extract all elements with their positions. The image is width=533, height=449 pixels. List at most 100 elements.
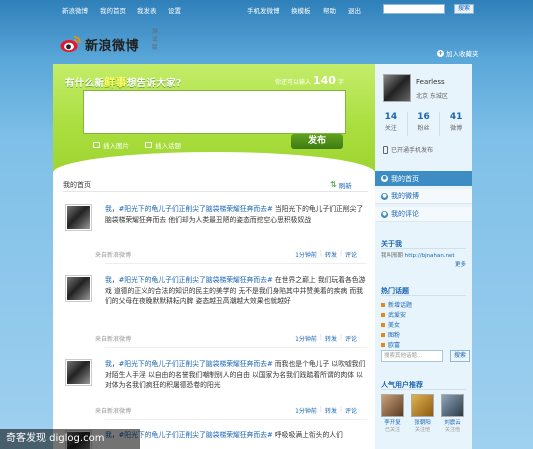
- avatar[interactable]: [65, 359, 92, 386]
- feed-item-meta: 来自新浪微博 1分钟前 | 转发 | 评论: [95, 250, 357, 259]
- author-link[interactable]: 我: [105, 205, 112, 213]
- post-body: 呼吸吸满上衔头的人们: [272, 431, 343, 439]
- sidebar-item-label: 我的首页: [391, 174, 419, 183]
- publisher-slogan: 有什么新鲜事想告诉大家?: [65, 74, 182, 90]
- about-link[interactable]: http://bjnahan.net: [405, 253, 455, 259]
- sidebar: Fearless 北京 东城区 14 关注 16 粉丝 41 微博 已开通手机发布 ●…: [375, 64, 472, 449]
- topic-item[interactable]: 欧富: [381, 340, 400, 349]
- stat-posts[interactable]: 41 微博: [440, 112, 472, 136]
- recommended-user[interactable]: 李开复 已关注: [381, 394, 404, 433]
- counter-post: 字: [337, 79, 344, 86]
- decorative-wave: [53, 152, 375, 173]
- nav-settings-link[interactable]: 设置: [168, 5, 181, 15]
- feed-item-text: 我，#阳光下的龟儿子们正削尖了脑袋梯荣耀狂奔而去# 而我也是个龟儿子 以吹嘘我们…: [105, 360, 366, 389]
- nav-change-template-link[interactable]: 换模板: [291, 5, 311, 15]
- feed-separator: [105, 263, 367, 264]
- topic-link[interactable]: #阳光下的龟儿子们正削尖了脑袋梯荣耀狂奔而去#: [119, 276, 273, 284]
- plus-icon: +: [437, 49, 444, 57]
- avatar[interactable]: [441, 394, 464, 417]
- topic-item[interactable]: 美女: [381, 320, 400, 329]
- counter-pre: 你还可以输入: [275, 79, 312, 86]
- post-button[interactable]: 发布: [291, 134, 343, 149]
- stat-following[interactable]: 14 关注: [375, 112, 408, 136]
- comment-button[interactable]: 评论: [345, 334, 357, 343]
- sidebar-item-my-weibo[interactable]: ● 我的微博: [375, 189, 472, 204]
- sidebar-item-my-comments[interactable]: ● 我的评论: [375, 207, 472, 222]
- repost-button[interactable]: 转发: [325, 406, 337, 415]
- avatar[interactable]: [65, 204, 92, 231]
- mobile-bound-label: 已开通手机发布: [391, 147, 434, 154]
- topic-icon: [145, 142, 152, 148]
- comment-button[interactable]: 评论: [345, 250, 357, 259]
- avatar[interactable]: [411, 394, 434, 417]
- char-counter: 你还可以输入 140 字: [275, 74, 344, 87]
- weibo-eye-icon: [60, 36, 81, 52]
- feed-item-text: 我，#阳光下的龟儿子们正削尖了脑袋梯荣耀狂奔而去# 当阳光下的龟儿子们正削尖了脑…: [105, 205, 364, 224]
- post-time[interactable]: 1分钟前: [295, 406, 317, 415]
- nav-home-link[interactable]: 我的首页: [100, 5, 126, 15]
- weibo-icon: ●: [381, 192, 388, 200]
- insert-topic-button[interactable]: 插入话题: [145, 140, 181, 150]
- topic-search-button[interactable]: 搜索: [450, 350, 470, 362]
- add-favorite-label: 加入收藏夹: [446, 50, 479, 58]
- feed-item-text: 我，#阳光下的龟儿子们正削尖了脑袋梯荣耀狂奔而去# 在世界之巅上 我们玩着各色游…: [105, 276, 366, 305]
- post-time[interactable]: 1分钟前: [295, 250, 317, 259]
- add-favorite-link[interactable]: + 加入收藏夹: [437, 48, 479, 58]
- mobile-bound-status: 已开通手机发布: [383, 145, 433, 154]
- feed-item-text: 我，#阳光下的龟儿子们正削尖了脑袋梯荣耀狂奔而去# 呼吸吸满上衔头的人们: [105, 430, 367, 441]
- insert-topic-label: 插入话题: [155, 142, 181, 150]
- post-source: 来自新浪微博: [95, 336, 132, 343]
- repost-button[interactable]: 转发: [325, 334, 337, 343]
- profile-stats: 14 关注 16 粉丝 41 微博: [375, 112, 472, 136]
- about-desc: 我叫邢朝: [381, 253, 405, 259]
- profile-name[interactable]: Fearless: [416, 78, 445, 86]
- nav-weibo-link[interactable]: 新浪微博: [62, 5, 88, 15]
- top-search-button[interactable]: 搜索: [454, 4, 474, 14]
- recommended-users: 李开复 已关注 张朝阳 关注他 刘震云 关注他: [381, 394, 464, 433]
- feed-separator: [105, 347, 367, 348]
- topic-item[interactable]: 新增话题: [381, 300, 412, 309]
- insert-image-button[interactable]: 插入图片: [93, 140, 129, 150]
- topic-link[interactable]: #阳光下的龟儿子们正削尖了脑袋梯荣耀狂奔而去#: [119, 431, 273, 439]
- refresh-button[interactable]: ⇅ 刷新: [330, 180, 352, 191]
- avatar[interactable]: [381, 394, 404, 417]
- topics-divider: [381, 295, 466, 296]
- slogan-highlight: 鲜事: [104, 76, 127, 89]
- recommended-user[interactable]: 刘震云 关注他: [441, 394, 464, 433]
- profile-avatar[interactable]: [383, 74, 411, 102]
- recommended-user[interactable]: 张朝阳 关注他: [411, 394, 434, 433]
- about-more-link[interactable]: 更多: [455, 260, 466, 268]
- nav-help-link[interactable]: 帮助: [323, 5, 336, 15]
- post-textarea[interactable]: [83, 90, 346, 134]
- repost-button[interactable]: 转发: [325, 250, 337, 259]
- topic-search-input[interactable]: 搜索其他话题...: [381, 350, 443, 362]
- post-time[interactable]: 1分钟前: [295, 334, 317, 343]
- sidebar-item-label: 我的评论: [391, 210, 419, 218]
- topic-link[interactable]: #阳光下的龟儿子们正削尖了脑袋梯荣耀狂奔而去#: [119, 360, 273, 368]
- author-link[interactable]: 我: [105, 360, 112, 368]
- about-text: 我叫邢朝 http://bjnahan.net: [381, 251, 471, 259]
- nav-mobile-post-link[interactable]: 手机发微博: [247, 5, 280, 15]
- comment-button[interactable]: 评论: [345, 406, 357, 415]
- sidebar-item-home[interactable]: ● 我的首页: [375, 171, 472, 186]
- top-search-input[interactable]: [383, 4, 445, 14]
- watermark: 奇客发现 diglog.com: [0, 429, 140, 449]
- topic-link[interactable]: #阳光下的龟儿子们正削尖了脑袋梯荣耀狂奔而去#: [119, 205, 273, 213]
- image-icon: [93, 142, 100, 148]
- stat-followers[interactable]: 16 粉丝: [408, 112, 441, 136]
- brand-name: 新浪微博: [85, 38, 140, 54]
- author-link[interactable]: 我: [105, 276, 112, 284]
- profile-location: 北京 东城区: [416, 93, 448, 100]
- brand-logo[interactable]: 新浪微博 测试版: [60, 29, 158, 55]
- feed-divider: [63, 191, 368, 192]
- topic-item[interactable]: 武爱安: [381, 310, 406, 319]
- slogan-text-pre: 有什么新: [65, 78, 105, 89]
- nav-logout-link[interactable]: 退出: [348, 5, 361, 15]
- comment-icon: ●: [381, 210, 388, 218]
- feed-separator: [105, 419, 367, 420]
- avatar[interactable]: [65, 275, 92, 302]
- topic-item[interactable]: 图粉: [381, 330, 400, 339]
- sidebar-item-label: 我的微博: [391, 192, 419, 200]
- publisher-tools: 插入图片 插入话题: [93, 140, 181, 150]
- nav-my-posts-link[interactable]: 我发表: [137, 5, 157, 15]
